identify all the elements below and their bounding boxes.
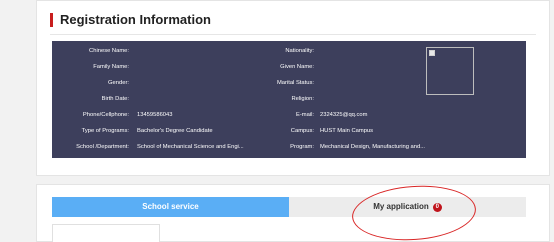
label-email: E-mail: xyxy=(295,112,314,118)
registration-title: Registration Information xyxy=(60,12,211,27)
label-phone: Phone/Cellphone: xyxy=(82,112,129,118)
info-row: Birth Date: Religion: xyxy=(52,95,526,110)
info-row: School /Department: School of Mechanical… xyxy=(52,143,526,158)
title-divider xyxy=(50,34,536,35)
label-gender: Gender: xyxy=(108,80,129,86)
profile-photo xyxy=(426,47,474,95)
registration-info-panel: Chinese Name: Nationality: Family Name: … xyxy=(52,41,526,158)
value-program: Mechanical Design, Manufacturing and... xyxy=(320,144,426,150)
label-given-name: Given Name: xyxy=(280,64,314,70)
service-item-box[interactable] xyxy=(52,224,160,242)
tab-school-service-label: School service xyxy=(142,202,199,211)
label-program-type: Type of Programs: xyxy=(81,128,129,134)
label-school-department: School /Department: xyxy=(76,144,129,150)
info-row: Phone/Cellphone: 13459586043 E-mail: 232… xyxy=(52,111,526,126)
label-religion: Religion: xyxy=(291,96,314,102)
info-row: Type of Programs: Bachelor's Degree Cand… xyxy=(52,127,526,142)
tab-school-service[interactable]: School service xyxy=(52,197,289,217)
label-program: Program: xyxy=(290,144,314,150)
label-chinese-name: Chinese Name: xyxy=(89,48,129,54)
value-email: 2324325@qq.com xyxy=(320,112,368,118)
broken-image-icon xyxy=(429,50,435,56)
label-nationality: Nationality: xyxy=(285,48,314,54)
title-accent-bar xyxy=(50,13,53,27)
page: Registration Information Chinese Name: N… xyxy=(0,0,554,242)
label-marital-status: Marital Status: xyxy=(276,80,314,86)
label-campus: Campus: xyxy=(290,128,314,134)
value-campus: HUST Main Campus xyxy=(320,128,374,134)
label-family-name: Family Name: xyxy=(93,64,129,70)
label-birth-date: Birth Date: xyxy=(101,96,129,102)
